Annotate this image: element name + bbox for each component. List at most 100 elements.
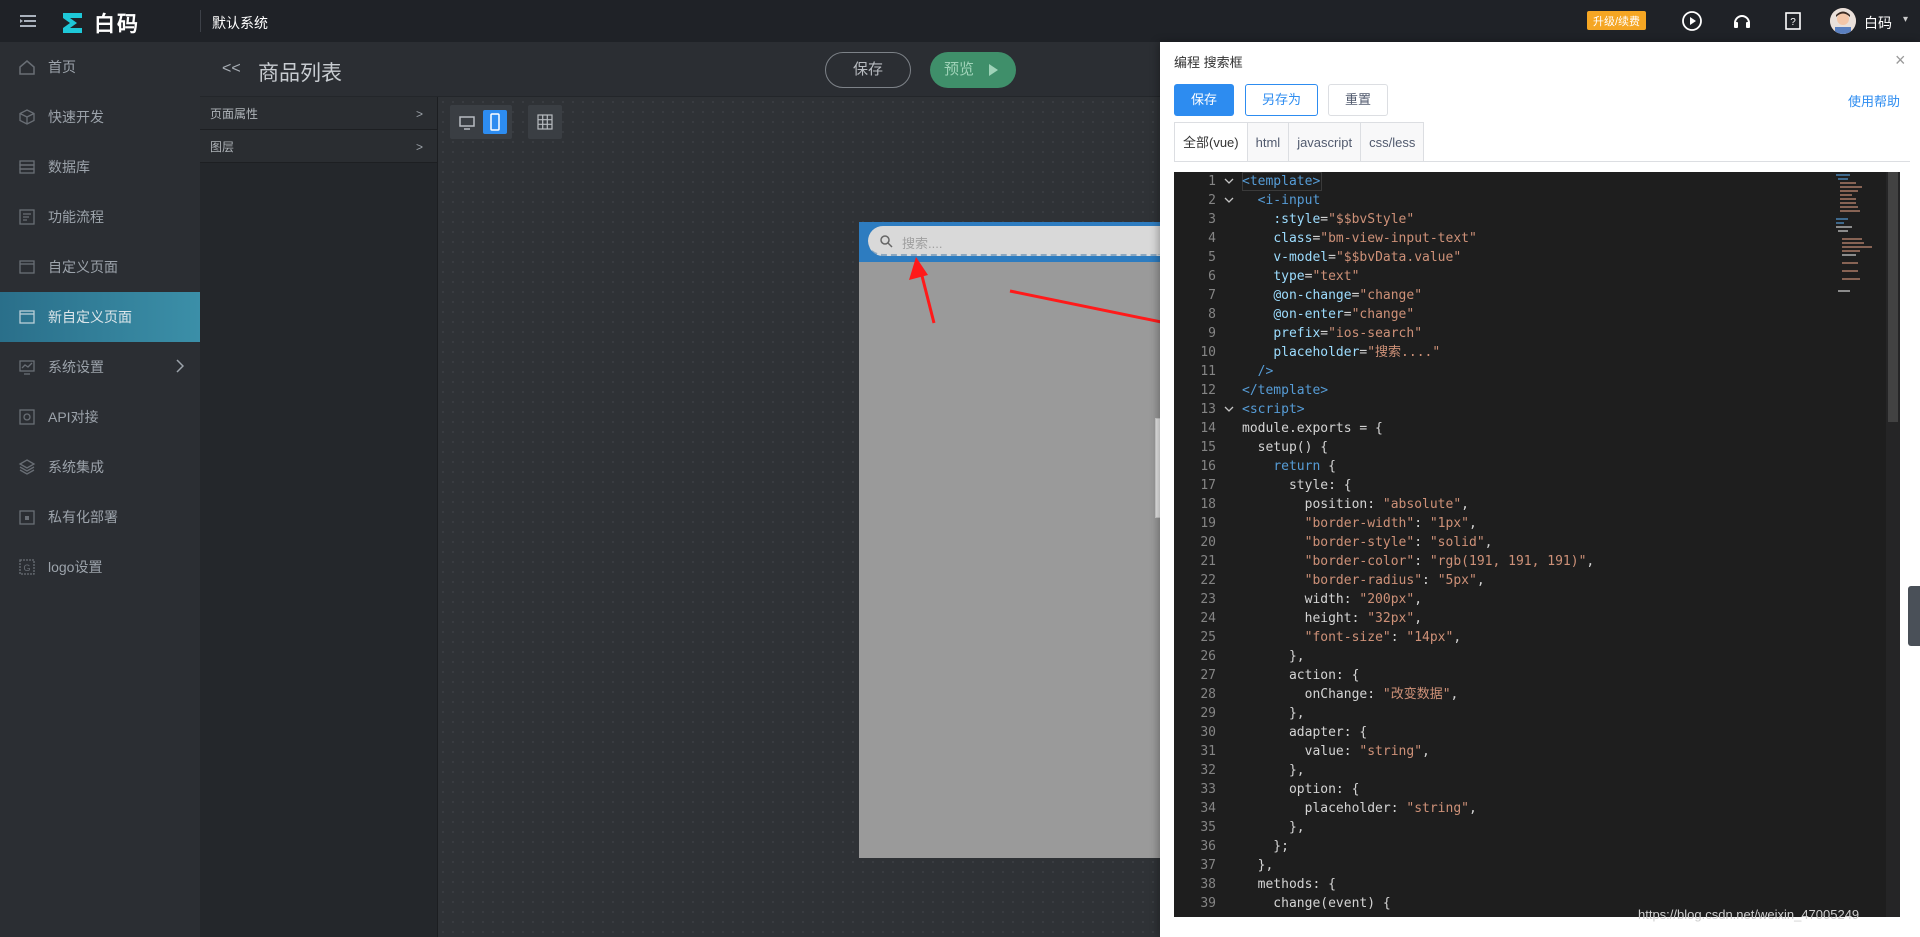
grid-toggle[interactable] <box>528 105 562 139</box>
tab-all-vue[interactable]: 全部(vue) <box>1174 122 1248 162</box>
code-line[interactable]: 30 adapter: { <box>1174 723 1874 742</box>
sidebar-item-label: 私有化部署 <box>48 509 118 525</box>
sidebar-item-new-custom-page[interactable]: 新自定义页面 <box>0 292 200 342</box>
code-line[interactable]: 15 setup() { <box>1174 438 1874 457</box>
tab-css-less[interactable]: css/less <box>1360 122 1425 162</box>
code-line[interactable]: 18 position: "absolute", <box>1174 495 1874 514</box>
code-line[interactable]: 3 :style="$$bvStyle" <box>1174 210 1874 229</box>
sidebar-item-api[interactable]: API对接 <box>0 392 200 442</box>
code-line[interactable]: 22 "border-radius": "5px", <box>1174 571 1874 590</box>
code-text: return { <box>1242 457 1336 476</box>
code-line[interactable]: 1 <template> <box>1174 172 1874 191</box>
sidebar-item-logo-settings[interactable]: G logo设置 <box>0 542 200 592</box>
preview-button[interactable]: 预览 <box>930 52 1016 88</box>
tab-javascript[interactable]: javascript <box>1288 122 1362 162</box>
code-line[interactable]: 8 @on-enter="change" <box>1174 305 1874 324</box>
brand-logo[interactable]: 白码 <box>60 8 140 38</box>
code-line[interactable]: 29 }, <box>1174 704 1874 723</box>
help-doc-icon[interactable]: ? <box>1782 10 1804 32</box>
code-line[interactable]: 7 @on-change="change" <box>1174 286 1874 305</box>
layers-row[interactable]: 图层 > <box>200 130 437 163</box>
code-line[interactable]: 19 "border-width": "1px", <box>1174 514 1874 533</box>
reset-button[interactable]: 重置 <box>1328 84 1388 116</box>
code-line[interactable]: 28 onChange: "改变数据", <box>1174 685 1874 704</box>
sidebar-item-database[interactable]: 数据库 <box>0 142 200 192</box>
code-scrollbar[interactable] <box>1886 172 1900 917</box>
code-line[interactable]: 12 </template> <box>1174 381 1874 400</box>
code-line[interactable]: 37 }, <box>1174 856 1874 875</box>
code-line[interactable]: 32 }, <box>1174 761 1874 780</box>
code-token: }, <box>1242 649 1305 664</box>
code-line[interactable]: 5 v-model="$$bvData.value" <box>1174 248 1874 267</box>
code-token: <script> <box>1242 402 1305 417</box>
search-component-selected[interactable]: 搜索.... <box>859 222 1160 262</box>
desktop-icon[interactable] <box>455 110 479 134</box>
drawer-save-button[interactable]: 保存 <box>1174 84 1234 116</box>
user-name[interactable]: 白码 <box>1864 13 1892 33</box>
phone-preview[interactable]: 搜索.... <box>859 222 1160 858</box>
design-canvas[interactable]: 搜索.... <box>438 97 1160 937</box>
code-line[interactable]: 2 <i-input <box>1174 191 1874 210</box>
search-input[interactable]: 搜索.... <box>868 226 1160 256</box>
properties-panel: 页面属性 > 图层 > <box>200 97 438 937</box>
upgrade-button[interactable]: 升级/续费 <box>1587 11 1647 30</box>
code-line[interactable]: 38 methods: { <box>1174 875 1874 894</box>
page-properties-row[interactable]: 页面属性 > <box>200 97 437 130</box>
save-as-button[interactable]: 另存为 <box>1245 84 1318 116</box>
code-line[interactable]: 9 prefix="ios-search" <box>1174 324 1874 343</box>
code-line[interactable]: 10 placeholder="搜索...." <box>1174 343 1874 362</box>
avatar[interactable] <box>1830 8 1856 34</box>
code-line[interactable]: 17 style: { <box>1174 476 1874 495</box>
code-line[interactable]: 14 module.exports = { <box>1174 419 1874 438</box>
scrollbar-thumb[interactable] <box>1888 172 1898 422</box>
code-token: height: <box>1242 611 1368 626</box>
headset-icon[interactable] <box>1731 10 1753 32</box>
help-link[interactable]: 使用帮助 <box>1848 91 1900 110</box>
code-line[interactable]: 27 action: { <box>1174 666 1874 685</box>
line-number: 12 <box>1200 383 1216 398</box>
code-line[interactable]: 33 option: { <box>1174 780 1874 799</box>
code-line[interactable]: 20 "border-style": "solid", <box>1174 533 1874 552</box>
side-drawer-tab[interactable] <box>1908 586 1920 646</box>
code-line[interactable]: 21 "border-color": "rgb(191, 191, 191)", <box>1174 552 1874 571</box>
fold-chevron-icon[interactable] <box>1224 406 1234 412</box>
code-editor[interactable]: 1 <template> 2 <i-input 3 :style="$$bvStyle… <box>1174 172 1900 917</box>
code-line[interactable]: 4 class="bm-view-input-text" <box>1174 229 1874 248</box>
chevron-down-icon[interactable]: ▾ <box>1903 14 1908 25</box>
code-line[interactable]: 16 return { <box>1174 457 1874 476</box>
code-token: onChange: <box>1242 687 1383 702</box>
system-name[interactable]: 默认系统 <box>212 13 268 33</box>
sidebar: 首页 快速开发 数据库 功能流程 自定义页面 新自定义页面 系统设置 API对接… <box>0 42 200 937</box>
menu-toggle-icon[interactable] <box>18 11 38 31</box>
code-text: /> <box>1242 362 1274 381</box>
code-line[interactable]: 24 height: "32px", <box>1174 609 1874 628</box>
code-line[interactable]: 31 value: "string", <box>1174 742 1874 761</box>
code-line[interactable]: 11 /> <box>1174 362 1874 381</box>
code-line[interactable]: 23 width: "200px", <box>1174 590 1874 609</box>
close-icon[interactable]: × <box>1895 50 1906 71</box>
code-line[interactable]: 13 <script> <box>1174 400 1874 419</box>
sidebar-item-quick-dev[interactable]: 快速开发 <box>0 92 200 142</box>
sidebar-item-integration[interactable]: 系统集成 <box>0 442 200 492</box>
back-button[interactable]: << <box>222 60 241 78</box>
save-button[interactable]: 保存 <box>825 52 911 88</box>
fold-chevron-icon[interactable] <box>1224 197 1234 203</box>
fold-chevron-icon[interactable] <box>1224 178 1234 184</box>
sidebar-item-home[interactable]: 首页 <box>0 42 200 92</box>
sidebar-item-private-deploy[interactable]: 私有化部署 <box>0 492 200 542</box>
sidebar-item-custom-page[interactable]: 自定义页面 <box>0 242 200 292</box>
code-line[interactable]: 35 }, <box>1174 818 1874 837</box>
code-text: methods: { <box>1242 875 1336 894</box>
play-circle-icon[interactable] <box>1681 10 1703 32</box>
code-line[interactable]: 36 }; <box>1174 837 1874 856</box>
sidebar-item-label: 数据库 <box>48 159 90 175</box>
tab-html[interactable]: html <box>1246 122 1290 162</box>
code-line[interactable]: 25 "font-size": "14px", <box>1174 628 1874 647</box>
code-line[interactable]: 26 }, <box>1174 647 1874 666</box>
code-line[interactable]: 6 type="text" <box>1174 267 1874 286</box>
sidebar-item-flow[interactable]: 功能流程 <box>0 192 200 242</box>
mobile-icon[interactable] <box>483 110 507 134</box>
chevron-right-icon: > <box>415 140 423 154</box>
code-line[interactable]: 34 placeholder: "string", <box>1174 799 1874 818</box>
sidebar-item-settings[interactable]: 系统设置 <box>0 342 200 392</box>
